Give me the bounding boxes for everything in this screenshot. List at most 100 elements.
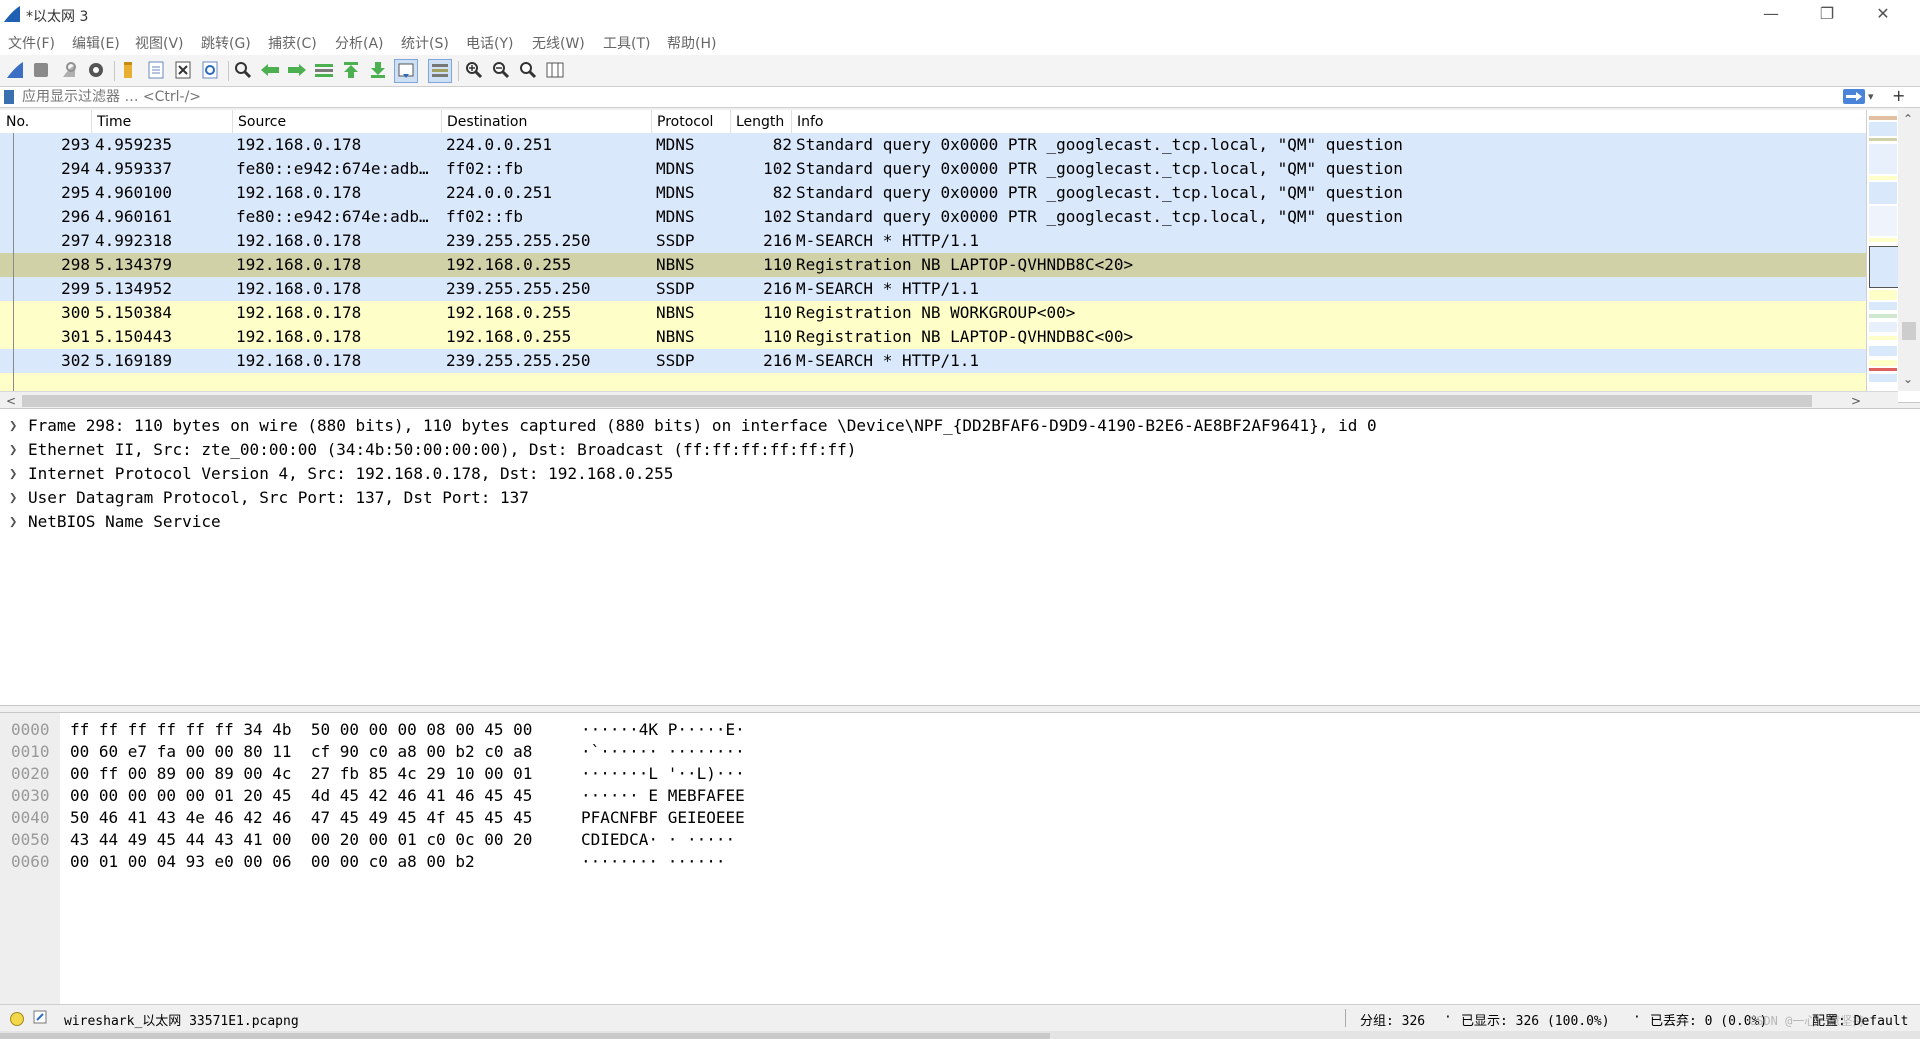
go-to-packet-icon[interactable] bbox=[313, 59, 335, 81]
scroll-up-icon[interactable]: ⌃ bbox=[1903, 112, 1913, 126]
find-packet-icon[interactable] bbox=[232, 59, 254, 81]
packet-row[interactable]: 302 5.169189 192.168.0.178 239.255.255.250 S… bbox=[0, 349, 1866, 373]
stop-capture-icon[interactable] bbox=[30, 59, 52, 81]
column-header-no[interactable]: No. bbox=[6, 114, 29, 130]
menu-edit[interactable]: 编辑(E) bbox=[72, 33, 120, 53]
expert-info-led-icon[interactable] bbox=[10, 1012, 24, 1026]
menu-tools[interactable]: 工具(T) bbox=[603, 33, 650, 53]
first-packet-icon[interactable] bbox=[340, 59, 362, 81]
packet-row[interactable]: 294 4.959337 fe80::e942:674e:adb… ff02::fb M… bbox=[0, 157, 1866, 181]
column-header-info[interactable]: Info bbox=[797, 114, 824, 130]
close-button[interactable]: ✕ bbox=[1860, 0, 1906, 29]
packet-row[interactable]: 298 5.134379 192.168.0.178 192.168.0.255 NBN… bbox=[0, 253, 1866, 277]
horizontal-scroll-thumb[interactable] bbox=[22, 395, 1812, 407]
zoom-in-icon[interactable] bbox=[463, 59, 485, 81]
detail-tree-item-nbns[interactable]: ❯ NetBIOS Name Service bbox=[0, 510, 1920, 534]
bytes-hex[interactable]: 50 46 41 43 4e 46 42 46 47 45 49 45 4f 4… bbox=[70, 807, 532, 829]
expand-chevron-icon[interactable]: ❯ bbox=[9, 510, 17, 534]
bytes-hex[interactable]: 00 ff 00 89 00 89 00 4c 27 fb 85 4c 29 1… bbox=[70, 763, 532, 785]
column-header-length[interactable]: Length bbox=[736, 114, 784, 130]
last-packet-icon[interactable] bbox=[367, 59, 389, 81]
bottom-scrollbar[interactable] bbox=[0, 1031, 1920, 1039]
go-forward-icon[interactable] bbox=[286, 59, 308, 81]
auto-scroll-icon[interactable] bbox=[394, 59, 418, 83]
menu-analyze[interactable]: 分析(A) bbox=[335, 33, 384, 53]
expand-chevron-icon[interactable]: ❯ bbox=[9, 486, 17, 510]
status-profile[interactable]: 配置: Default bbox=[1812, 1010, 1908, 1029]
resize-columns-icon[interactable] bbox=[544, 59, 566, 81]
capture-comment-pencil-icon[interactable] bbox=[33, 1010, 47, 1024]
packet-row[interactable]: 296 4.960161 fe80::e942:674e:adb… ff02::fb M… bbox=[0, 205, 1866, 229]
bytes-hex[interactable]: 43 44 49 45 44 43 41 00 00 20 00 01 c0 0… bbox=[70, 829, 532, 851]
menu-capture[interactable]: 捕获(C) bbox=[268, 33, 317, 53]
capture-options-icon[interactable] bbox=[85, 59, 107, 81]
expand-chevron-icon[interactable]: ❯ bbox=[9, 414, 17, 438]
packet-time: 4.959337 bbox=[95, 159, 173, 178]
packet-row[interactable]: 297 4.992318 192.168.0.178 239.255.255.250 S… bbox=[0, 229, 1866, 253]
normal-size-icon[interactable] bbox=[517, 59, 539, 81]
bytes-ascii[interactable]: ······4K P·····E· bbox=[581, 719, 745, 741]
bytes-ascii[interactable]: ·`······ ········ bbox=[581, 741, 745, 763]
detail-tree-item-udp[interactable]: ❯ User Datagram Protocol, Src Port: 137,… bbox=[0, 486, 1920, 510]
zoom-out-icon[interactable] bbox=[490, 59, 512, 81]
bytes-ascii[interactable]: PFACNFBF GEIEOEEE bbox=[581, 807, 745, 829]
go-back-icon[interactable] bbox=[259, 59, 281, 81]
detail-tree-item-ip[interactable]: ❯ Internet Protocol Version 4, Src: 192.… bbox=[0, 462, 1920, 486]
packet-protocol: NBNS bbox=[656, 255, 695, 274]
vertical-scroll-thumb[interactable] bbox=[1902, 322, 1916, 340]
bytes-ascii[interactable]: ········ ······ bbox=[581, 851, 726, 873]
menu-wireless[interactable]: 无线(W) bbox=[532, 33, 585, 53]
bytes-hex[interactable]: 00 00 00 00 00 01 20 45 4d 45 42 46 41 4… bbox=[70, 785, 532, 807]
menu-help[interactable]: 帮助(H) bbox=[667, 33, 716, 53]
reload-icon[interactable] bbox=[199, 59, 221, 81]
apply-filter-arrow-icon[interactable] bbox=[1843, 89, 1865, 104]
add-filter-button-icon[interactable]: + bbox=[1892, 86, 1905, 106]
bytes-hex[interactable]: ff ff ff ff ff ff 34 4b 50 00 00 00 08 0… bbox=[70, 719, 532, 741]
packet-row[interactable]: 301 5.150443 192.168.0.178 192.168.0.255 NBN… bbox=[0, 325, 1866, 349]
packet-number: 294 bbox=[61, 159, 90, 178]
column-header-time[interactable]: Time bbox=[97, 114, 131, 130]
bottom-scroll-thumb[interactable] bbox=[0, 1033, 1050, 1039]
minimize-button[interactable]: — bbox=[1748, 0, 1794, 29]
detail-tree-item-ethernet[interactable]: ❯ Ethernet II, Src: zte_00:00:00 (34:4b:… bbox=[0, 438, 1920, 462]
packet-row[interactable]: 295 4.960100 192.168.0.178 224.0.0.251 MDNS 8… bbox=[0, 181, 1866, 205]
packet-list-vertical-scrollbar[interactable]: ⌃ ⌄ bbox=[1898, 110, 1920, 391]
menu-file[interactable]: 文件(F) bbox=[8, 33, 55, 53]
shark-fin-start-icon[interactable] bbox=[4, 59, 26, 81]
detail-tree-item-frame[interactable]: ❯ Frame 298: 110 bytes on wire (880 bits… bbox=[0, 414, 1920, 438]
expand-chevron-icon[interactable]: ❯ bbox=[9, 438, 17, 462]
scroll-left-icon[interactable]: < bbox=[6, 394, 16, 408]
restart-capture-icon[interactable] bbox=[57, 59, 79, 81]
packet-info: Standard query 0x0000 PTR _googlecast._t… bbox=[796, 183, 1403, 202]
packet-row[interactable]: 293 4.959235 192.168.0.178 224.0.0.251 MDNS 8… bbox=[0, 133, 1866, 157]
menu-telephony[interactable]: 电话(Y) bbox=[466, 33, 513, 53]
column-header-source[interactable]: Source bbox=[238, 114, 286, 130]
packet-row[interactable] bbox=[0, 373, 1866, 391]
menu-view[interactable]: 视图(V) bbox=[135, 33, 184, 53]
scroll-down-icon[interactable]: ⌄ bbox=[1903, 372, 1913, 386]
menu-go[interactable]: 跳转(G) bbox=[201, 33, 251, 53]
filter-bookmark-icon[interactable] bbox=[4, 90, 14, 104]
expand-chevron-icon[interactable]: ❯ bbox=[9, 462, 17, 486]
bytes-ascii[interactable]: ······ E MEBFAFEE bbox=[581, 785, 745, 807]
close-file-icon[interactable] bbox=[172, 59, 194, 81]
column-header-protocol[interactable]: Protocol bbox=[657, 114, 713, 130]
packet-minimap[interactable] bbox=[1866, 110, 1899, 391]
save-file-icon[interactable] bbox=[145, 59, 167, 81]
packet-row[interactable]: 299 5.134952 192.168.0.178 239.255.255.250 S… bbox=[0, 277, 1866, 301]
column-header-destination[interactable]: Destination bbox=[447, 114, 527, 130]
window-title: *以太网 3 bbox=[26, 9, 89, 25]
menu-statistics[interactable]: 统计(S) bbox=[401, 33, 449, 53]
filter-history-dropdown-icon[interactable]: ▾ bbox=[1868, 87, 1874, 107]
restore-button[interactable]: ❐ bbox=[1804, 0, 1850, 29]
packet-info: M-SEARCH * HTTP/1.1 bbox=[796, 231, 980, 250]
display-filter-input[interactable] bbox=[18, 87, 1846, 107]
scroll-right-icon[interactable]: > bbox=[1851, 394, 1861, 408]
colorize-icon[interactable] bbox=[428, 59, 452, 83]
bytes-hex[interactable]: 00 01 00 04 93 e0 00 06 00 00 c0 a8 00 b… bbox=[70, 851, 475, 873]
bytes-ascii[interactable]: CDIEDCA· · ····· bbox=[581, 829, 745, 851]
bytes-hex[interactable]: 00 60 e7 fa 00 00 80 11 cf 90 c0 a8 00 b… bbox=[70, 741, 532, 763]
packet-row[interactable]: 300 5.150384 192.168.0.178 192.168.0.255 NBN… bbox=[0, 301, 1866, 325]
open-file-icon[interactable] bbox=[118, 59, 140, 81]
bytes-ascii[interactable]: ·······L '··L)··· bbox=[581, 763, 745, 785]
